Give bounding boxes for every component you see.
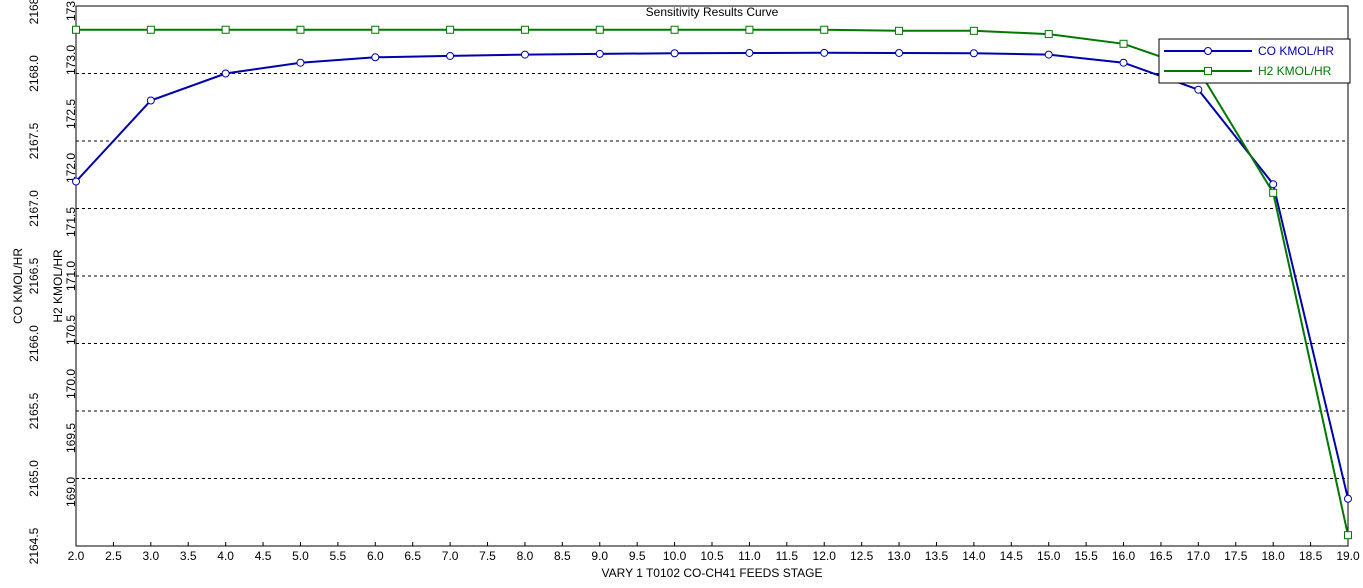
data-point-co [1044, 50, 1053, 59]
data-point-h2 [520, 25, 529, 34]
sensitivity-chart: Sensitivity Results Curve 2.0 2.5 3.0 3.5 4.… [0, 0, 1363, 588]
data-point-co [1344, 494, 1352, 503]
y-tick-label-h2: 173.5 [64, 0, 78, 21]
x-tick-label: 17.5 [1224, 549, 1248, 563]
data-point-co [72, 177, 80, 186]
legend: CO KMOL/HR H2 KMOL/HR [1158, 38, 1351, 84]
data-point-h2 [1119, 39, 1128, 48]
x-tick-label: 7.0 [442, 549, 459, 563]
y-axis-co-label: CO KMOL/HR [11, 248, 25, 324]
y-tick-label-co: 2167.5 [27, 122, 41, 159]
y-tick-label-h2: 171.0 [64, 261, 78, 291]
x-tick-label: 8.5 [554, 549, 571, 563]
x-tick-label: 10.0 [663, 549, 687, 563]
x-tick-label: 16.5 [1149, 549, 1173, 563]
data-point-h2 [1269, 188, 1278, 197]
data-point-co [745, 48, 754, 57]
data-point-h2 [296, 25, 305, 34]
x-tick-label: 5.0 [292, 549, 309, 563]
data-point-co [446, 51, 455, 60]
x-tick-label: 19.0 [1336, 549, 1360, 563]
data-point-co [296, 58, 305, 67]
data-point-h2 [895, 26, 904, 35]
data-point-h2 [595, 25, 604, 34]
chart-title: Sensitivity Results Curve [646, 5, 779, 19]
x-tick-label: 6.5 [404, 549, 421, 563]
y-axis-co-ticks: 2164.5 2165.0 2165.5 2166.0 2166.5 2167.0 2167… [27, 0, 41, 564]
data-point-h2 [446, 25, 455, 34]
data-point-co [895, 48, 904, 57]
y-tick-label-co: 2165.5 [27, 392, 41, 429]
y-tick-label-co: 2164.5 [27, 527, 41, 564]
x-tick-label: 15.0 [1037, 549, 1061, 563]
x-tick-label: 16.0 [1112, 549, 1136, 563]
x-tick-label: 7.5 [479, 549, 496, 563]
data-point-co [371, 53, 380, 62]
x-tick-label: 15.5 [1074, 549, 1098, 563]
y-tick-label-co: 2166.0 [27, 325, 41, 362]
y-tick-label-co: 2168.0 [27, 55, 41, 92]
y-tick-label-co: 2168.5 [27, 0, 41, 24]
x-tick-label: 10.5 [700, 549, 724, 563]
data-point-co [670, 49, 679, 58]
x-tick-label: 14.0 [962, 549, 986, 563]
x-tick-label: 18.0 [1261, 549, 1285, 563]
y-tick-label-h2: 169.5 [64, 423, 78, 453]
legend-co-label: CO KMOL/HR [1258, 44, 1334, 58]
x-tick-label: 5.5 [330, 549, 347, 563]
x-tick-label: 6.0 [367, 549, 384, 563]
data-point-h2 [969, 26, 978, 35]
y-tick-label-h2: 173.0 [64, 45, 78, 75]
data-point-co [1269, 180, 1278, 189]
data-point-co [1194, 85, 1203, 94]
data-point-h2 [820, 25, 829, 34]
data-point-h2 [745, 25, 754, 34]
x-tick-label: 8.0 [517, 549, 534, 563]
y-tick-label-h2: 171.5 [64, 207, 78, 237]
data-point-co [969, 49, 978, 58]
y-tick-label-h2: 170.5 [64, 315, 78, 345]
x-tick-label: 2.0 [68, 549, 85, 563]
y-tick-label-co: 2166.5 [27, 257, 41, 294]
data-point-co [221, 69, 230, 78]
data-point-h2 [1344, 531, 1352, 540]
x-tick-label: 17.0 [1187, 549, 1211, 563]
data-point-h2 [221, 25, 230, 34]
legend-h2-label: H2 KMOL/HR [1258, 64, 1332, 78]
x-tick-label: 11.5 [776, 549, 799, 563]
data-point-h2 [1044, 30, 1053, 39]
x-axis-label: VARY 1 T0102 CO-CH41 FEEDS STAGE [602, 566, 823, 580]
data-point-h2 [371, 25, 380, 34]
y-tick-label-h2: 170.0 [64, 369, 78, 399]
x-tick-label: 4.0 [217, 549, 234, 563]
x-tick-label: 14.5 [1000, 549, 1024, 563]
data-point-co [820, 48, 829, 57]
x-tick-label: 3.0 [142, 549, 159, 563]
x-tick-label: 2.5 [105, 549, 122, 563]
data-point-h2 [146, 25, 155, 34]
data-point-co [146, 96, 155, 105]
data-point-h2 [72, 25, 80, 34]
data-point-h2 [670, 25, 679, 34]
x-tick-label: 4.5 [255, 549, 272, 563]
x-tick-label: 9.0 [591, 549, 608, 563]
y-tick-label-h2: 169.0 [64, 477, 78, 507]
legend-h2-marker [1204, 67, 1212, 75]
x-tick-label: 18.5 [1299, 549, 1323, 563]
y-tick-label-co: 2167.0 [27, 190, 41, 227]
data-point-co [1119, 58, 1128, 67]
x-tick-label: 3.5 [180, 549, 197, 563]
y-tick-label-h2: 172.5 [64, 99, 78, 129]
data-point-co [595, 49, 604, 58]
y-tick-label-co: 2165.0 [27, 460, 41, 497]
x-tick-label: 11.0 [738, 549, 761, 563]
x-tick-label: 12.0 [813, 549, 837, 563]
data-point-co [520, 50, 529, 59]
x-tick-label: 13.0 [887, 549, 911, 563]
legend-co-marker [1204, 47, 1212, 55]
x-tick-label: 9.5 [629, 549, 646, 563]
x-tick-label: 12.5 [850, 549, 874, 563]
x-tick-label: 13.5 [925, 549, 949, 563]
y-axis-h2-label: H2 KMOL/HR [51, 249, 65, 323]
